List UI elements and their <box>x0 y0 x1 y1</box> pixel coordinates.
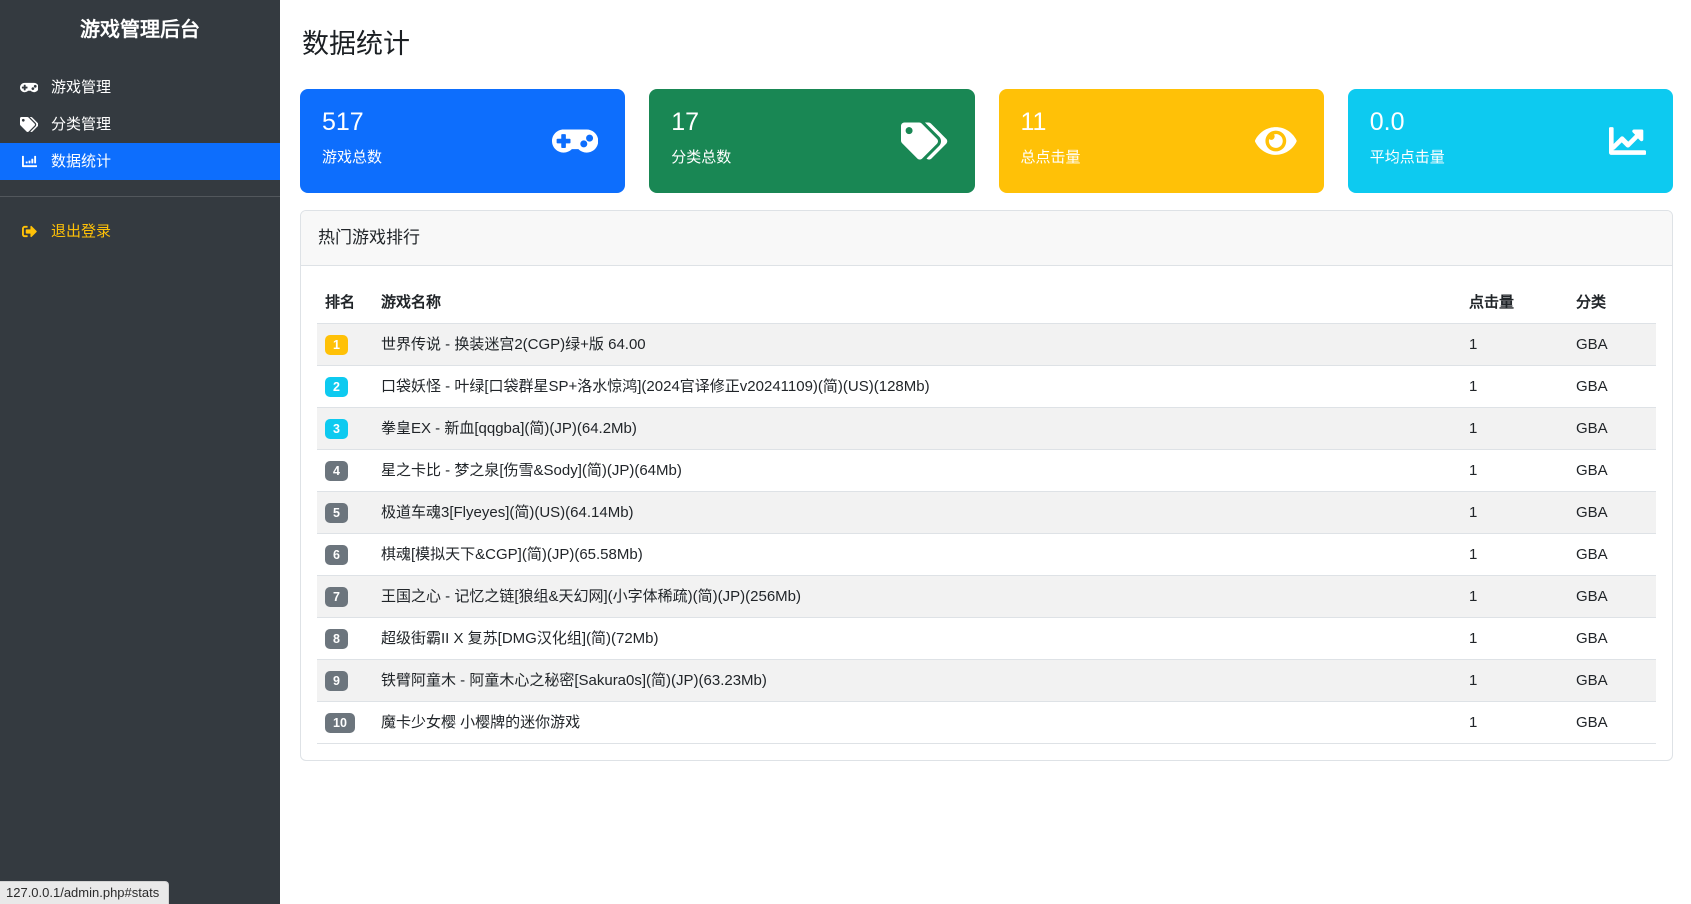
category-cell: GBA <box>1568 323 1656 366</box>
clicks-cell: 1 <box>1461 449 1568 492</box>
sidebar-item-stats[interactable]: 数据统计 <box>0 143 280 180</box>
sidebar-item-games[interactable]: 游戏管理 <box>0 69 280 106</box>
tags-icon <box>19 117 39 132</box>
clicks-cell: 1 <box>1461 659 1568 702</box>
game-name-cell: 拳皇EX - 新血[qqgba](简)(JP)(64.2Mb) <box>373 407 1461 450</box>
game-name-cell: 铁臂阿童木 - 阿童木心之秘密[Sakura0s](简)(JP)(63.23Mb… <box>373 659 1461 702</box>
category-cell: GBA <box>1568 701 1656 744</box>
sidebar-divider <box>0 196 280 197</box>
category-cell: GBA <box>1568 407 1656 450</box>
category-cell: GBA <box>1568 449 1656 492</box>
logout-label: 退出登录 <box>51 223 112 240</box>
column-header-rank: 排名 <box>317 282 373 324</box>
rank-cell: 8 <box>317 617 373 660</box>
table-row: 6 棋魂[模拟天下&CGP](简)(JP)(65.58Mb) 1 GBA <box>317 533 1656 576</box>
table-header-row: 排名 游戏名称 点击量 分类 <box>317 282 1656 324</box>
category-cell: GBA <box>1568 617 1656 660</box>
sidebar: 游戏管理后台 游戏管理 分类管理 数据统计 退出登录 <box>0 0 280 904</box>
clicks-cell: 1 <box>1461 365 1568 408</box>
game-name-cell: 王国之心 - 记忆之链[狼组&天幻网](小字体稀疏)(简)(JP)(256Mb) <box>373 575 1461 618</box>
category-cell: GBA <box>1568 575 1656 618</box>
game-name-cell: 魔卡少女樱 小樱牌的迷你游戏 <box>373 701 1461 744</box>
rank-cell: 2 <box>317 365 373 408</box>
stat-card-total-clicks: 11 总点击量 <box>998 89 1324 193</box>
clicks-cell: 1 <box>1461 323 1568 366</box>
table-row: 3 拳皇EX - 新血[qqgba](简)(JP)(64.2Mb) 1 GBA <box>317 407 1656 450</box>
category-cell: GBA <box>1568 533 1656 576</box>
ranking-panel-body: 排名 游戏名称 点击量 分类 1 世界传说 - 换装迷宫2(CGP)绿+版 64… <box>301 266 1672 760</box>
game-name-cell: 口袋妖怪 - 叶绿[口袋群星SP+洛水惊鸿](2024官译修正v20241109… <box>373 365 1461 408</box>
gamepad-icon <box>19 80 39 95</box>
rank-badge: 8 <box>325 629 348 649</box>
chart-line-icon <box>1609 123 1646 160</box>
sidebar-item-label: 分类管理 <box>51 116 112 133</box>
category-cell: GBA <box>1568 365 1656 408</box>
ranking-table-body: 1 世界传说 - 换装迷宫2(CGP)绿+版 64.00 1 GBA 2 口袋妖… <box>317 323 1656 744</box>
ranking-table: 排名 游戏名称 点击量 分类 1 世界传说 - 换装迷宫2(CGP)绿+版 64… <box>317 282 1656 744</box>
eye-icon <box>1255 123 1297 160</box>
tags-icon <box>901 122 948 160</box>
rank-cell: 5 <box>317 491 373 534</box>
ranking-panel: 热门游戏排行 排名 游戏名称 点击量 分类 1 世界传说 - 换装迷宫2(CGP… <box>300 210 1673 761</box>
logout-button[interactable]: 退出登录 <box>0 213 280 250</box>
stat-card-total-categories: 17 分类总数 <box>649 89 975 193</box>
rank-badge: 10 <box>325 713 355 733</box>
game-name-cell: 极道车魂3[Flyeyes](简)(US)(64.14Mb) <box>373 491 1461 534</box>
sidebar-item-label: 数据统计 <box>51 153 112 170</box>
gamepad-icon <box>552 123 599 160</box>
clicks-cell: 1 <box>1461 575 1568 618</box>
link-status-tooltip: 127.0.0.1/admin.php#stats <box>0 881 170 904</box>
rank-badge: 6 <box>325 545 348 565</box>
rank-badge: 7 <box>325 587 348 607</box>
rank-cell: 10 <box>317 701 373 744</box>
rank-badge: 5 <box>325 503 348 523</box>
table-row: 9 铁臂阿童木 - 阿童木心之秘密[Sakura0s](简)(JP)(63.23… <box>317 659 1656 702</box>
clicks-cell: 1 <box>1461 491 1568 534</box>
category-cell: GBA <box>1568 659 1656 702</box>
stat-card-average-clicks: 0.0 平均点击量 <box>1347 89 1673 193</box>
table-row: 1 世界传说 - 换装迷宫2(CGP)绿+版 64.00 1 GBA <box>317 323 1656 366</box>
sidebar-item-label: 游戏管理 <box>51 79 112 96</box>
rank-badge: 1 <box>325 335 348 355</box>
main-content: 数据统计 517 游戏总数 17 分类总数 11 总点击量 0.0 平均点击量 <box>280 0 1691 761</box>
table-row: 4 星之卡比 - 梦之泉[伤雪&Sody](简)(JP)(64Mb) 1 GBA <box>317 449 1656 492</box>
clicks-cell: 1 <box>1461 617 1568 660</box>
rank-badge: 9 <box>325 671 348 691</box>
game-name-cell: 世界传说 - 换装迷宫2(CGP)绿+版 64.00 <box>373 323 1461 366</box>
ranking-panel-title: 热门游戏排行 <box>301 211 1672 266</box>
page-title: 数据统计 <box>302 29 410 59</box>
category-cell: GBA <box>1568 491 1656 534</box>
sign-out-icon <box>19 224 39 239</box>
stat-card-total-games: 517 游戏总数 <box>300 89 626 193</box>
table-row: 2 口袋妖怪 - 叶绿[口袋群星SP+洛水惊鸿](2024官译修正v202411… <box>317 365 1656 408</box>
rank-cell: 6 <box>317 533 373 576</box>
table-row: 5 极道车魂3[Flyeyes](简)(US)(64.14Mb) 1 GBA <box>317 491 1656 534</box>
game-name-cell: 棋魂[模拟天下&CGP](简)(JP)(65.58Mb) <box>373 533 1461 576</box>
table-row: 10 魔卡少女樱 小樱牌的迷你游戏 1 GBA <box>317 701 1656 744</box>
app-title: 游戏管理后台 <box>80 19 200 41</box>
clicks-cell: 1 <box>1461 701 1568 744</box>
rank-cell: 7 <box>317 575 373 618</box>
game-name-cell: 星之卡比 - 梦之泉[伤雪&Sody](简)(JP)(64Mb) <box>373 449 1461 492</box>
column-header-game-name: 游戏名称 <box>373 282 1461 324</box>
rank-cell: 4 <box>317 449 373 492</box>
rank-cell: 1 <box>317 323 373 366</box>
sidebar-menu: 游戏管理 分类管理 数据统计 退出登录 <box>0 69 280 250</box>
stat-cards: 517 游戏总数 17 分类总数 11 总点击量 0.0 平均点击量 <box>300 89 1673 193</box>
clicks-cell: 1 <box>1461 407 1568 450</box>
table-row: 8 超级街霸II X 复苏[DMG汉化组](简)(72Mb) 1 GBA <box>317 617 1656 660</box>
column-header-clicks: 点击量 <box>1461 282 1568 324</box>
rank-badge: 3 <box>325 419 348 439</box>
clicks-cell: 1 <box>1461 533 1568 576</box>
rank-cell: 9 <box>317 659 373 702</box>
game-name-cell: 超级街霸II X 复苏[DMG汉化组](简)(72Mb) <box>373 617 1461 660</box>
table-row: 7 王国之心 - 记忆之链[狼组&天幻网](小字体稀疏)(简)(JP)(256M… <box>317 575 1656 618</box>
rank-cell: 3 <box>317 407 373 450</box>
sidebar-item-categories[interactable]: 分类管理 <box>0 106 280 143</box>
column-header-category: 分类 <box>1568 282 1656 324</box>
chart-bar-icon <box>19 154 39 169</box>
rank-badge: 2 <box>325 377 348 397</box>
rank-badge: 4 <box>325 461 348 481</box>
